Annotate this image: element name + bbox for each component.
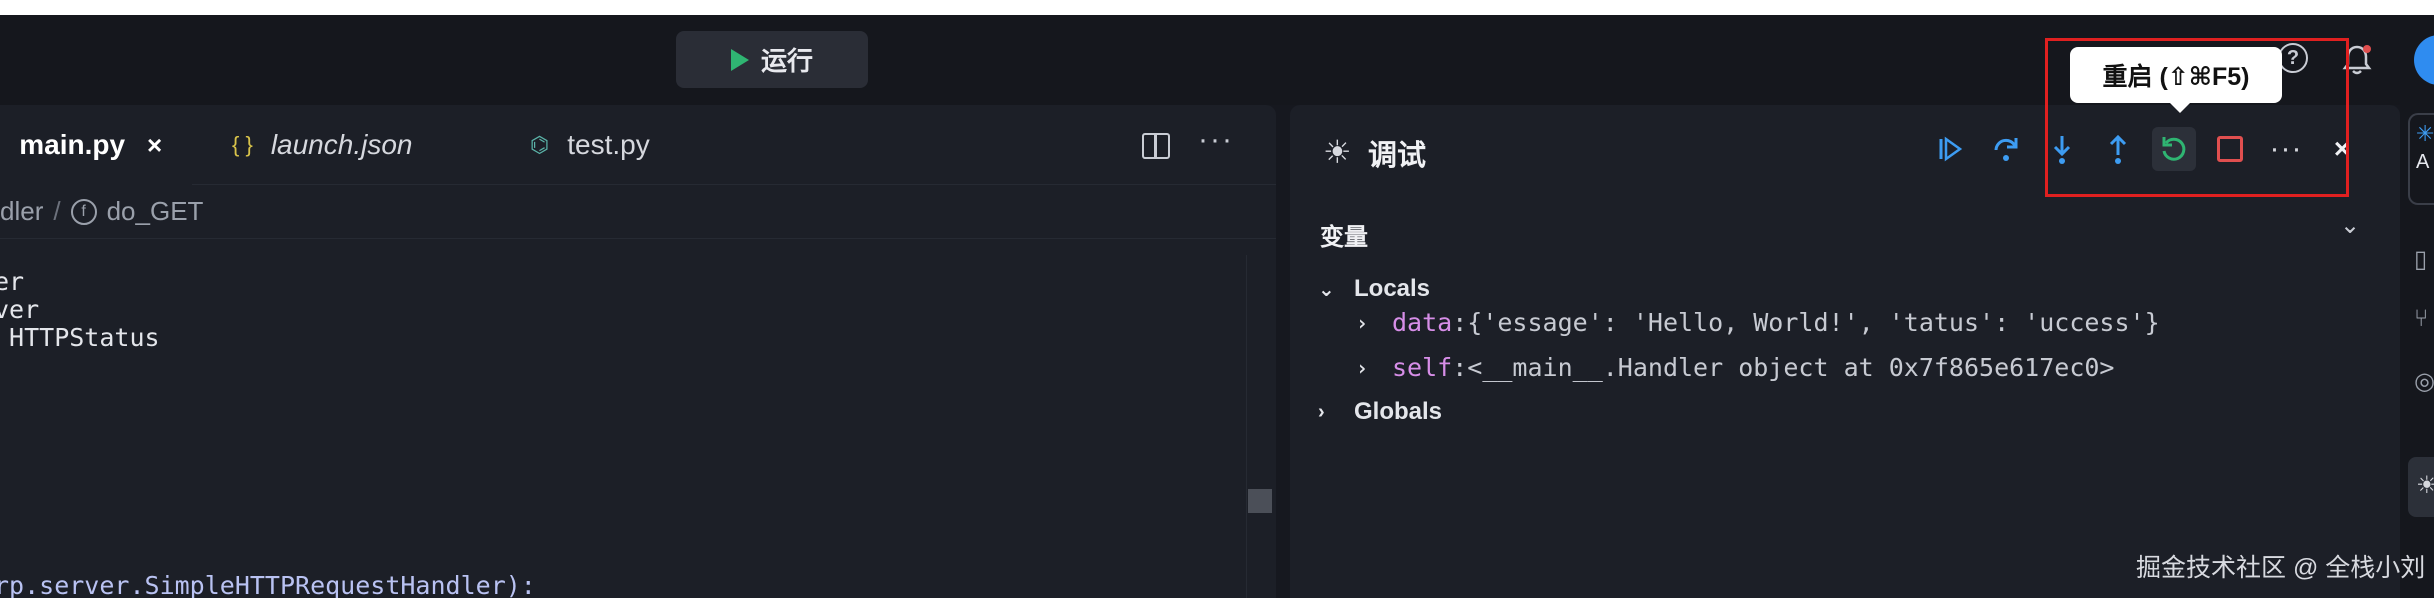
breadcrumb-function[interactable]: do_GET	[107, 196, 204, 227]
variables-section-header[interactable]: 变量	[1320, 217, 1368, 252]
watermark: 掘金技术社区 @ 全栈小刘	[2136, 554, 2426, 582]
scrollbar-thumb[interactable]	[1248, 489, 1272, 513]
code-line[interactable]: rp.server.SimpleHTTPRequestHandler):	[0, 571, 536, 598]
tab-test-py[interactable]: ⌬ test.py	[530, 105, 650, 185]
chevron-right-icon: ›	[1356, 355, 1369, 380]
code-line[interactable]: HTTPStatus	[0, 323, 160, 352]
locals-scope[interactable]: ⌄ Locals	[1318, 275, 1430, 303]
play-icon	[730, 48, 749, 71]
help-icon[interactable]: ?	[2278, 43, 2308, 73]
tab-launch-json[interactable]: { } launch.json	[232, 105, 412, 185]
breadcrumb-separator: /	[53, 196, 61, 226]
title-bar: 运行 ?	[0, 15, 2434, 105]
run-button-label: 运行	[760, 46, 813, 76]
step-over-button[interactable]	[1984, 127, 2028, 171]
locals-label: Locals	[1354, 275, 1431, 302]
avatar[interactable]	[2414, 35, 2434, 85]
python-icon: ⌬	[530, 132, 550, 157]
tab-label: launch.json	[270, 129, 413, 160]
tab-label: main.py	[19, 129, 126, 160]
chevron-right-icon: ›	[1356, 310, 1369, 335]
step-out-icon	[2109, 134, 2127, 164]
editor-minimap-divider	[1246, 255, 1247, 598]
python-icon: ⌬	[0, 132, 1, 158]
variable-value: {'essage': 'Hello, World!', 'tatus': 'uc…	[1467, 308, 2160, 337]
debug-panel: ☀ 调试 ··· × 变量 ⌄ ⌄ Locals › data: {'essag…	[1290, 105, 2400, 598]
step-into-icon	[2053, 136, 2071, 164]
stop-button[interactable]	[2208, 127, 2252, 171]
stop-icon	[2217, 136, 2243, 162]
more-icon[interactable]: ···	[2264, 127, 2308, 171]
run-button[interactable]: 运行	[676, 31, 868, 88]
breadcrumb: dler / f do_GET	[0, 185, 1276, 239]
close-icon[interactable]: ×	[2320, 127, 2364, 171]
restart-button[interactable]	[2152, 127, 2196, 171]
function-icon: f	[70, 198, 97, 225]
variable-row[interactable]: › data: {'essage': 'Hello, World!', 'tat…	[1356, 308, 2160, 337]
tab-label: test.py	[567, 129, 650, 160]
split-editor-icon[interactable]	[1142, 133, 1170, 159]
files-icon[interactable]: ▯	[2414, 245, 2434, 275]
debug-activity-icon[interactable]: ☀	[2408, 457, 2434, 517]
variable-row[interactable]: › self: <__main__.Handler object at 0x7f…	[1356, 353, 2115, 382]
bell-icon[interactable]	[2340, 43, 2374, 77]
variable-name: data	[1392, 308, 1453, 337]
step-out-button[interactable]	[2096, 127, 2140, 171]
restart-icon	[2162, 137, 2186, 161]
debug-header: ☀ 调试 ··· ×	[1290, 105, 2400, 195]
variable-value: <__main__.Handler object at 0x7f865e617e…	[1467, 353, 2115, 382]
extensions-icon[interactable]: ◎	[2414, 367, 2434, 397]
editor-tab-bar: ⌬ main.py × { } launch.json ⌬ test.py ··…	[0, 105, 1276, 185]
step-into-button[interactable]	[2040, 127, 2084, 171]
continue-icon	[1939, 136, 1963, 162]
tab-main-py[interactable]: ⌬ main.py ×	[0, 105, 192, 185]
code-line[interactable]: ver	[0, 295, 39, 324]
variable-name: self	[1392, 353, 1453, 382]
bug-icon: ☀	[1323, 134, 1352, 170]
chevron-down-icon: ⌄	[1318, 278, 1335, 301]
chevron-down-icon[interactable]: ⌄	[2340, 211, 2360, 240]
close-icon[interactable]: ×	[147, 130, 162, 161]
source-control-icon[interactable]: ⑂	[2414, 305, 2434, 335]
activity-bar: ✳ A ▯ ⑂ ◎ ☀	[2400, 105, 2434, 598]
editor-panel: ⌬ main.py × { } launch.json ⌬ test.py ··…	[0, 105, 1276, 598]
globals-label: Globals	[1354, 398, 1443, 425]
top-strip	[0, 0, 2434, 15]
ai-assistant-label: A	[2416, 151, 2430, 173]
ai-assistant-icon[interactable]: ✳ A	[2408, 113, 2434, 205]
step-over-icon	[1994, 138, 2018, 161]
json-icon: { }	[232, 132, 253, 157]
continue-button[interactable]	[1928, 127, 1972, 171]
debug-title: 调试	[1368, 140, 1427, 172]
breadcrumb-class[interactable]: dler	[0, 196, 43, 227]
more-icon[interactable]: ···	[1198, 123, 1234, 157]
chevron-right-icon: ›	[1318, 400, 1325, 423]
restart-tooltip: 重启 (⇧⌘F5)	[2070, 47, 2282, 113]
globals-scope[interactable]: › Globals	[1318, 398, 1442, 426]
code-line[interactable]: er	[0, 267, 24, 296]
